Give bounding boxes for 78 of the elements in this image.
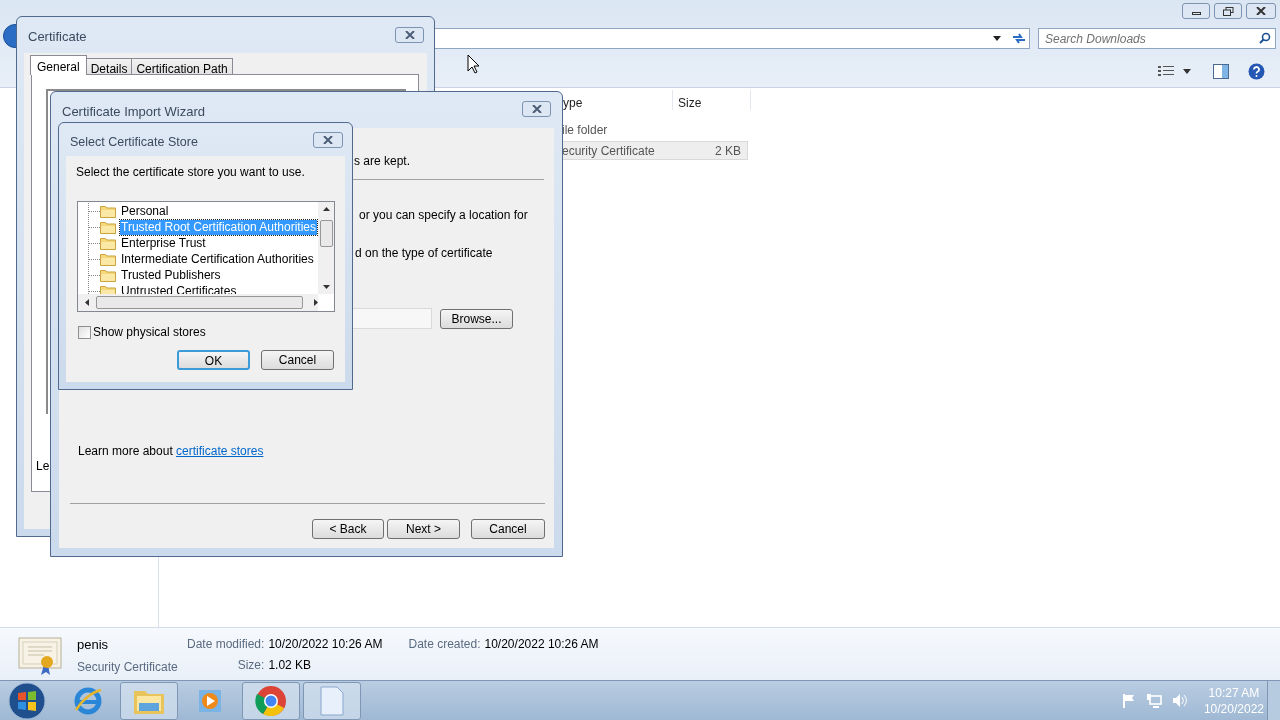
close-button[interactable] <box>395 27 424 43</box>
left-arrow-icon[interactable] <box>85 299 89 306</box>
horizontal-scrollbar[interactable] <box>78 294 318 311</box>
partial-text: d on the type of certificate <box>355 245 493 262</box>
field-value: 10/20/2022 10:26 AM <box>268 636 383 653</box>
folder-icon <box>100 220 116 234</box>
field-label: Size: <box>236 657 265 674</box>
field-label: Date created: <box>408 636 481 653</box>
search-field[interactable]: Search Downloads <box>1038 28 1276 49</box>
close-icon <box>323 136 333 144</box>
scroll-thumb[interactable] <box>319 220 333 247</box>
button[interactable]: Browse... <box>440 309 513 329</box>
partial-text: s are kept. <box>354 153 411 170</box>
file-size: 2 KB <box>715 142 741 160</box>
field-label: Date modified: <box>187 636 265 653</box>
tree-item[interactable]: Intermediate Certification Authorities <box>120 251 315 267</box>
up-arrow-icon[interactable] <box>322 207 330 211</box>
close-button[interactable] <box>522 101 551 117</box>
search-icon[interactable] <box>1259 32 1271 44</box>
button[interactable]: < Back <box>312 519 384 539</box>
button[interactable]: Next > <box>387 519 460 539</box>
close-icon <box>531 105 542 113</box>
column-header[interactable]: ype <box>563 94 583 112</box>
learn-more-text: Learn more about certificate stores <box>78 443 264 460</box>
start-button[interactable] <box>7 681 47 720</box>
preview-pane-icon[interactable] <box>1213 64 1229 79</box>
window-title: Certificate Import Wizard <box>62 103 206 121</box>
help-icon[interactable] <box>1248 63 1265 80</box>
button[interactable]: Cancel <box>261 350 334 370</box>
close-button[interactable] <box>313 132 343 148</box>
prompt-text: Select the certificate store you want to use. <box>76 164 305 181</box>
checkbox[interactable] <box>78 325 91 339</box>
partial-text: Le <box>36 458 50 475</box>
link[interactable]: certificate stores <box>176 444 264 458</box>
tree-item[interactable]: Enterprise Trust <box>120 235 207 251</box>
tree-item[interactable]: Untrusted Certificates <box>120 283 238 294</box>
right-arrow-icon[interactable] <box>314 299 318 306</box>
window-title: Select Certificate Store <box>70 134 198 151</box>
dropdown-icon[interactable] <box>1183 69 1191 74</box>
dropdown-icon[interactable] <box>993 36 1001 41</box>
folder-icon <box>100 252 116 266</box>
document-icon <box>320 685 344 716</box>
file-type: ecurity Certificate <box>562 142 656 160</box>
tree-item[interactable]: Trusted Publishers <box>120 267 222 283</box>
restore-button[interactable] <box>1214 3 1242 19</box>
tab[interactable]: General <box>30 55 87 75</box>
checkbox-label: Show physical stores <box>93 324 206 341</box>
close-icon <box>1256 7 1266 15</box>
taskbar-button[interactable] <box>303 681 361 720</box>
tree-item[interactable]: Personal <box>120 203 170 219</box>
folder-icon <box>100 236 116 250</box>
scroll-thumb[interactable] <box>96 296 303 309</box>
partial-text: or you can specify a location for <box>359 207 528 224</box>
close-icon <box>404 31 415 39</box>
vertical-scrollbar[interactable] <box>318 202 334 294</box>
button[interactable]: OK <box>177 350 250 370</box>
window-title: Certificate <box>28 28 87 46</box>
close-button[interactable] <box>1246 3 1276 19</box>
certificate-icon <box>18 635 63 677</box>
restore-icon <box>1222 6 1234 16</box>
folder-icon <box>100 204 116 218</box>
field-value: 10/20/2022 10:26 AM <box>484 636 599 653</box>
minimize-button[interactable] <box>1182 3 1210 19</box>
browser-icon <box>73 685 103 716</box>
down-arrow-icon[interactable] <box>322 285 330 289</box>
field-value: 1.02 KB <box>268 657 313 674</box>
store-tree[interactable]: Personal Trusted Root Certification Authorities Enterprise Trust Intermediate Certification Authorities Trusted Publishers Untrusted Certificates <box>77 201 335 312</box>
refresh-icon[interactable] <box>1011 32 1027 45</box>
cursor-icon <box>467 54 480 74</box>
folder-icon <box>100 268 116 282</box>
column-header[interactable]: Size <box>678 94 702 112</box>
button[interactable]: Cancel <box>471 519 545 539</box>
view-options-icon[interactable] <box>1158 65 1174 78</box>
file-type: ile folder <box>562 121 609 139</box>
chrome-icon <box>255 684 287 717</box>
taskbar-button[interactable] <box>242 681 300 720</box>
file-name: penis <box>77 636 110 654</box>
media-player-icon <box>197 687 223 714</box>
